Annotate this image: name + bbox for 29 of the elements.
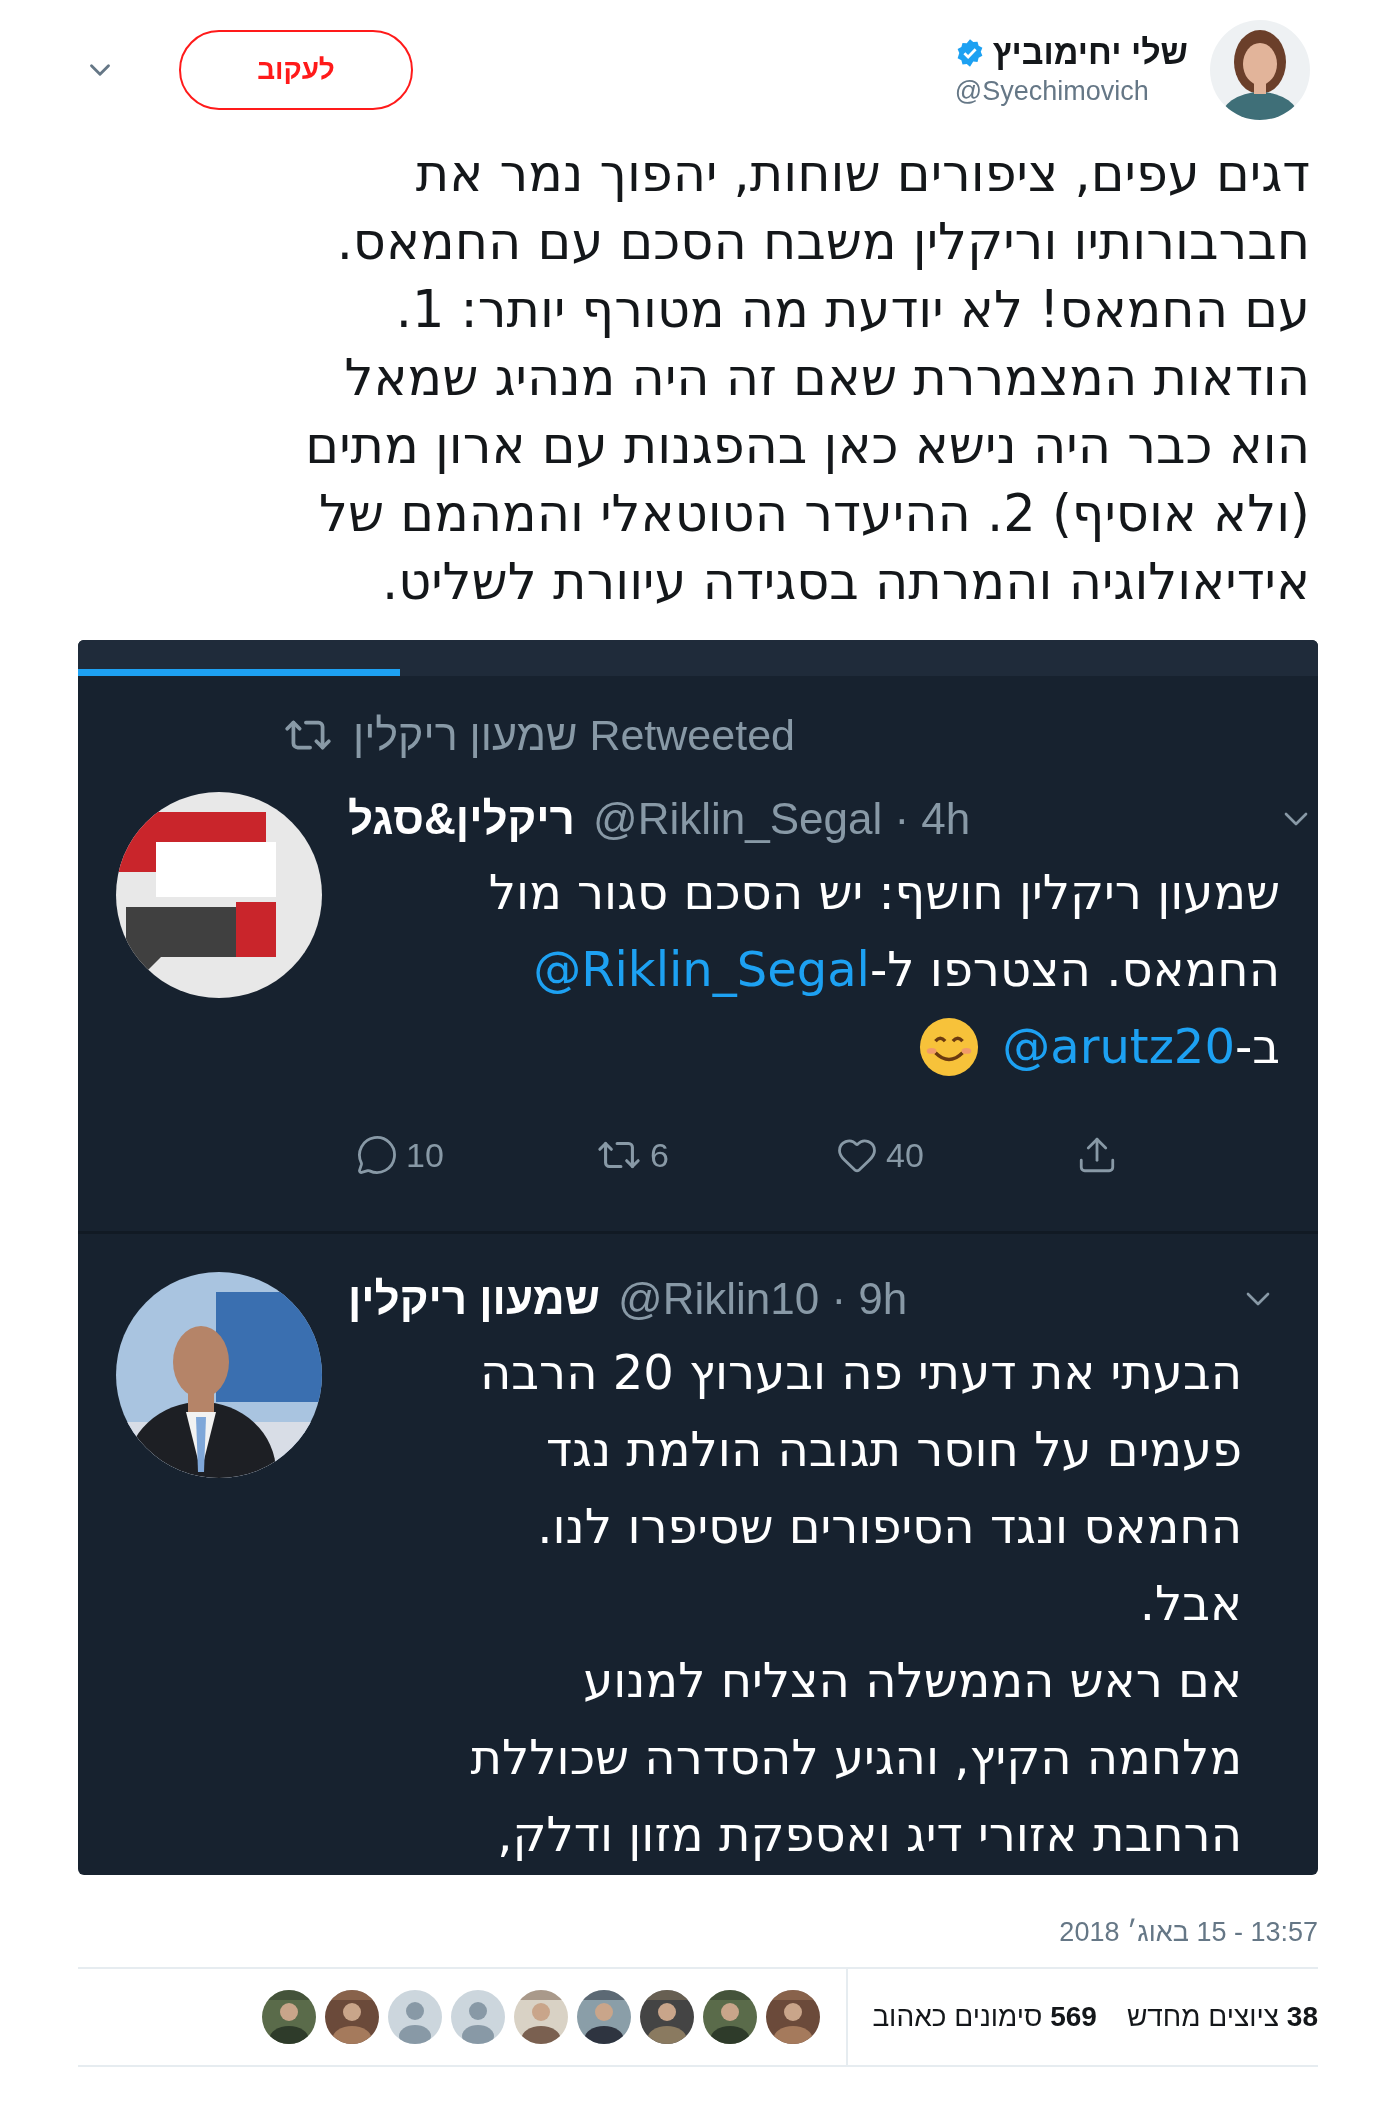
tweet-text: הבעתי את דעתי פה ובערוץ 20 הרבה	[479, 1343, 1242, 1402]
action-count: 10	[406, 1135, 444, 1175]
tweet-text: מלחמה הקיץ, והגיע להסדרה שכוללת	[470, 1728, 1242, 1787]
action-count: 40	[886, 1135, 924, 1175]
mention-link[interactable]: @arutz20	[1002, 1008, 1235, 1085]
follow-button[interactable]: לעקוב	[179, 30, 413, 110]
tweet-text: החמאס. הצטרפו ל-	[869, 940, 1280, 999]
tweet-text: פעמים על חוסר תגובה הולמת נגד	[545, 1420, 1242, 1479]
mention-link[interactable]: @Riklin_Segal	[533, 931, 870, 1008]
tweet-text: דגים עפים, ציפורים שוחות, יהפוך נמר את חברבורותיו וריקלין משבח הסכם עם החמאס. עם החמאס! לא יודעת מה מטורף יותר: 1. הודאות המצמררת שאם זה היה מנהיג שמאל הוא כבר היה נישא כאן בהפגנות עם ארון מתים (ולא אוסיף) 2. ההיעדר הטוטאלי והמהמם של אידיאולוגיה והמרתה בסגידה עיוורת לשליט.	[304, 143, 1311, 613]
default-avatar-icon	[451, 1990, 506, 2044]
action-count: 6	[650, 1135, 669, 1175]
tweet-text: אם ראש הממשלה הצליח למנוע	[583, 1651, 1242, 1710]
tweet-handle-time: @Riklin10 · 9h	[618, 1274, 908, 1324]
tweet-handle-time: @Riklin_Segal · 4h	[592, 794, 971, 844]
author-name[interactable]: שלי יחימוביץ	[992, 33, 1188, 72]
tweet-text: הרחבת אזורי דיג ואספקת מזון ודלק,	[497, 1805, 1242, 1864]
tweet-text: אבל.	[1139, 1574, 1242, 1633]
tweet-text: החמאס ונגד הסיפורים שסיפרו לנו.	[537, 1497, 1242, 1556]
author-handle[interactable]: @Syechimovich	[954, 76, 1188, 107]
smiley-emoji-icon	[918, 1015, 981, 1078]
tweet-author-name[interactable]: ריקלין&סגל	[348, 794, 575, 844]
tweet-text: ב-	[1234, 1017, 1280, 1076]
retweeted-label: שמעון ריקלין Retweeted	[353, 710, 795, 760]
tweet-timestamp: 13:57 - 15 באוג׳ 2018	[1059, 1916, 1318, 1948]
tweet-author-name[interactable]: שמעון ריקלין	[348, 1274, 601, 1324]
default-avatar-icon	[388, 1990, 443, 2044]
tweet-text: שמעון ריקלין חושף: יש הסכם סגור מול	[488, 863, 1280, 922]
reply-icon[interactable]	[356, 1134, 398, 1176]
